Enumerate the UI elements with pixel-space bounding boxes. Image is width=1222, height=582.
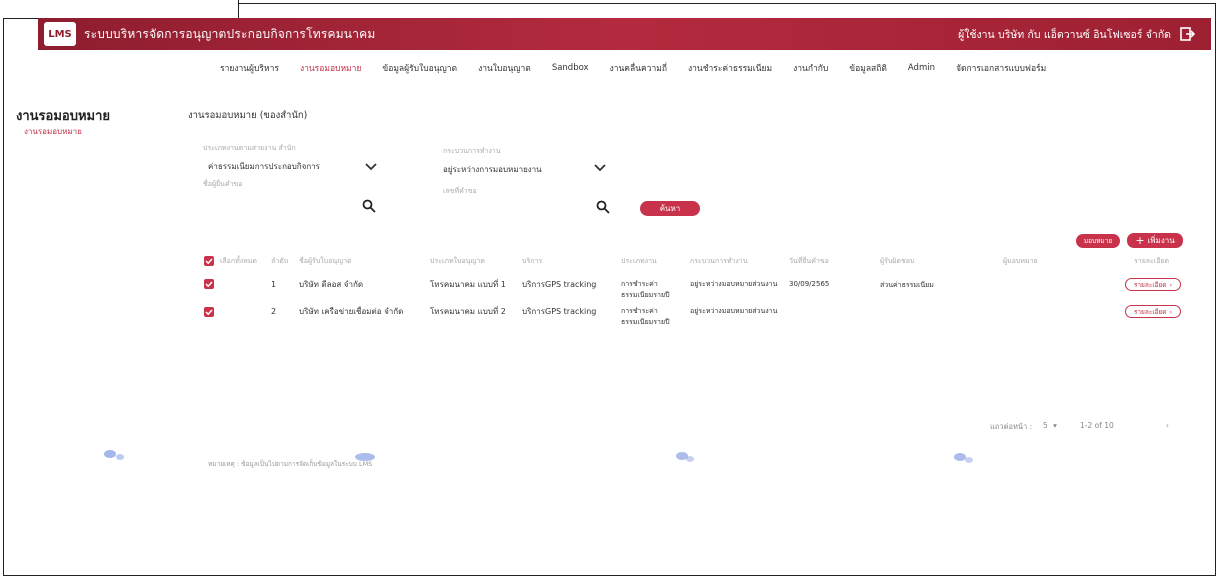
chevron-down-icon[interactable] <box>594 163 606 173</box>
row-checkbox[interactable] <box>204 279 214 289</box>
nav-item-pending-assignment[interactable]: งานรอมอบหมาย <box>300 61 361 75</box>
header-assigner: ผู้มอบหมาย <box>1003 257 1038 265</box>
header-detail: รายละเอียด <box>1134 257 1170 265</box>
cell-date: 30/09/2565 <box>789 280 830 288</box>
page-title: งานรอมอบหมาย (ของสำนัก) <box>188 110 308 121</box>
cell-licensee: บริษัท เครือข่ายเชื่อมต่อ จำกัด <box>299 307 404 316</box>
chevron-down-icon[interactable] <box>365 162 377 172</box>
process-label: กระบวนการทำงาน <box>443 147 501 155</box>
licensee-label: ชื่อผู้ยื่นคำขอ <box>203 180 243 188</box>
select-all-checkbox[interactable] <box>204 256 214 266</box>
header-service: บริการ <box>522 257 543 265</box>
scan-artifact <box>954 453 973 463</box>
rows-per-page-value: 5 <box>1043 421 1048 430</box>
search-icon[interactable] <box>362 199 376 213</box>
header-license-type: ประเภทใบอนุญาต <box>430 257 485 265</box>
task-type-select[interactable]: ค่าธรรมเนียมการประกอบกิจการ <box>208 160 320 173</box>
sidebar-title: งานรอมอบหมาย <box>16 109 111 124</box>
cell-licensee: บริษัท ดีลอส จำกัด <box>299 280 364 289</box>
nav-item-executive-report[interactable]: รายงานผู้บริหาร <box>220 61 279 75</box>
check-icon <box>205 309 213 316</box>
process-select[interactable]: อยู่ระหว่างการมอบหมายงาน <box>443 163 542 176</box>
cell-process: อยู่ระหว่างมอบหมายส่วนงาน <box>690 280 778 288</box>
page-range: 1-2 of 10 <box>1080 421 1114 430</box>
detail-button[interactable]: รายละเอียด › <box>1125 278 1181 291</box>
chevron-right-icon: › <box>1169 280 1173 289</box>
caret-down-icon: ▾ <box>1053 421 1057 430</box>
top-nav: รายงานผู้บริหาร งานรอมอบหมาย ข้อมูลผู้รั… <box>38 50 1211 86</box>
detail-label: รายละเอียด <box>1133 307 1167 316</box>
add-task-label: เพิ่มงาน <box>1147 236 1175 245</box>
nav-item-licensee-info[interactable]: ข้อมูลผู้รับใบอนุญาต <box>382 61 457 75</box>
cell-assignee: ส่วนค่าธรรมเนียม <box>880 281 934 289</box>
scan-artifact <box>104 450 124 460</box>
cell-task-type: การชำระค่าธรรมเนียมรายปี <box>621 307 670 326</box>
lms-logo: LMS <box>44 22 76 46</box>
licensee-input[interactable] <box>203 195 378 213</box>
header-date: วันที่ยื่นคำขอ <box>789 257 829 265</box>
cell-license-type: โทรคมนาคม แบบที่ 2 <box>430 307 506 316</box>
sidebar-item-pending-assignment[interactable]: งานรอมอบหมาย <box>24 125 82 138</box>
cell-service: บริการGPS tracking <box>522 307 597 316</box>
cell-process: อยู่ระหว่างมอบหมายส่วนงาน <box>690 307 778 315</box>
nav-item-sandbox[interactable]: Sandbox <box>552 63 589 73</box>
header-select-all: เลือกทั้งหมด <box>220 257 257 265</box>
rows-per-page-select[interactable]: 5 ▾ <box>1043 421 1057 430</box>
header-assignee: ผู้รับผิดชอบ <box>880 257 915 265</box>
detail-button[interactable]: รายละเอียด › <box>1125 305 1181 318</box>
search-button[interactable]: ค้นหา <box>640 201 700 216</box>
nav-item-form-documents[interactable]: จัดการเอกสารแบบฟอร์ม <box>956 61 1046 75</box>
app-header: LMS ระบบบริหารจัดการอนุญาตประกอบกิจการโท… <box>38 18 1211 50</box>
scan-artifact <box>676 452 694 462</box>
check-icon <box>205 281 213 288</box>
nav-item-fee-payment[interactable]: งานชำระค่าธรรมเนียม <box>688 61 772 75</box>
nav-item-regulation[interactable]: งานกำกับ <box>793 61 828 75</box>
nav-item-statistics[interactable]: ข้อมูลสถิติ <box>849 61 887 75</box>
plus-icon: + <box>1135 234 1145 247</box>
cell-license-type: โทรคมนาคม แบบที่ 1 <box>430 280 506 289</box>
header-process: กระบวนการทำงาน <box>690 257 748 265</box>
cell-no: 1 <box>271 280 277 289</box>
next-page-icon[interactable]: › <box>1166 421 1169 430</box>
add-task-button[interactable]: + เพิ่มงาน <box>1127 233 1183 248</box>
check-icon <box>205 258 213 265</box>
app-title: ระบบบริหารจัดการอนุญาตประกอบกิจการโทรคมน… <box>84 26 376 41</box>
cell-service: บริการGPS tracking <box>522 280 597 289</box>
cell-no: 2 <box>271 307 277 316</box>
screenshot-frame <box>3 3 1216 576</box>
assign-button[interactable]: มอบหมาย <box>1076 234 1120 248</box>
header-task-type: ประเภทงาน <box>621 257 657 265</box>
logout-icon[interactable] <box>1179 26 1195 42</box>
row-checkbox[interactable] <box>204 307 214 317</box>
header-licensee: ชื่อผู้รับใบอนุญาต <box>299 257 352 265</box>
detail-label: รายละเอียด <box>1133 280 1167 289</box>
scan-artifact <box>355 453 375 461</box>
nav-item-admin[interactable]: Admin <box>908 63 935 73</box>
chevron-right-icon: › <box>1169 307 1173 316</box>
header-no: ลำดับ <box>271 257 289 265</box>
search-icon[interactable] <box>596 200 610 214</box>
cell-task-type: การชำระค่าธรรมเนียมรายปี <box>621 280 670 299</box>
user-label: ผู้ใช้งาน บริษัท กับ แอ็ดวานซ์ อินโฟเซอร… <box>958 28 1171 41</box>
frame-notch <box>3 0 239 19</box>
logo-text: LMS <box>48 28 72 40</box>
request-input[interactable] <box>443 195 613 213</box>
rows-per-page-label: แถวต่อหน้า : <box>990 422 1033 431</box>
nav-item-frequency[interactable]: งานคลื่นความถี่ <box>610 61 667 75</box>
task-type-label: ประเภทงานตามสายงาน สำนัก <box>203 144 296 152</box>
nav-item-license-work[interactable]: งานใบอนุญาต <box>478 61 531 75</box>
